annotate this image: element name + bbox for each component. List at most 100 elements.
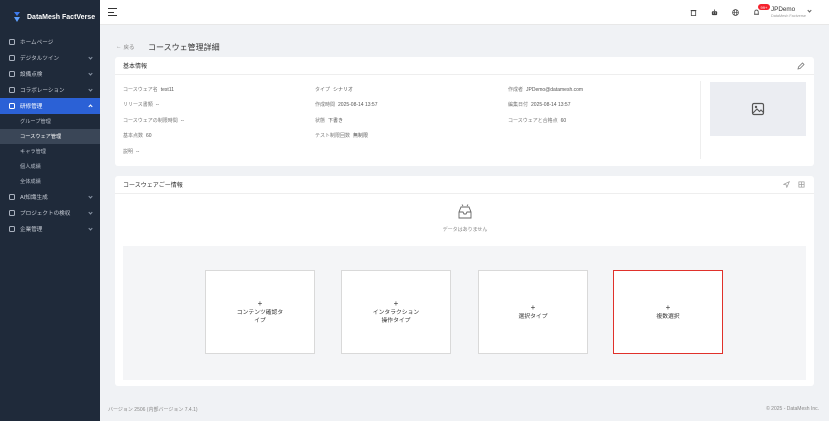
sidebar-subitem-character[interactable]: キャラ管理 <box>0 144 100 159</box>
empty-box-icon <box>458 204 472 219</box>
grid-icon[interactable] <box>798 181 805 188</box>
sidebar-subitem-personal-score[interactable]: 個人成績 <box>0 159 100 174</box>
empty-text: データはありません <box>442 227 488 233</box>
sidebar-item-label: コラボレーション <box>20 88 65 94</box>
sidebar-item-label: 設備点検 <box>20 72 43 78</box>
edit-icon[interactable] <box>797 62 805 70</box>
field-label: テスト制限回数 <box>315 133 351 139</box>
top-header: 99+ JPDemo DataMesh Factverse <box>100 0 829 25</box>
field-value: JPDemo@datamesh.com <box>526 87 584 93</box>
sidebar-item-label: プロジェクトの検収 <box>20 211 71 217</box>
sidebar: DataMesh FactVerse ホームページ デジタルツイン 設備点検 コ… <box>0 0 100 421</box>
basic-info-card: 基本情報 コースウェア名 test11 タイプ シナリオ 作成者 JPDemo@dat… <box>115 57 814 166</box>
chevron-down-icon <box>88 87 93 92</box>
field-label: コースウェア名 <box>123 87 158 93</box>
sidebar-subitem-overall-score[interactable]: 全体成績 <box>0 174 100 189</box>
field-time-limit: コースウェアの制限時間 -- <box>123 117 184 124</box>
sidebar-subitem-label: グループ管理 <box>20 119 51 125</box>
chevron-down-icon <box>88 226 93 231</box>
field-label: 基本点数 <box>123 133 144 139</box>
chevron-down-icon <box>88 210 93 215</box>
sidebar-item-label: 研修管理 <box>20 104 43 110</box>
field-value: 下書き <box>328 118 344 124</box>
field-base-score: 基本点数 60 <box>123 132 152 139</box>
user-name[interactable]: JPDemo <box>771 6 795 13</box>
field-value: -- <box>136 149 140 155</box>
field-courseware-name: コースウェア名 test11 <box>123 86 174 93</box>
chevron-down-icon <box>88 71 93 76</box>
field-type: タイプ シナリオ <box>315 86 353 93</box>
field-label: 編集日付 <box>508 102 529 108</box>
field-created: 作成時間 2025-08-14 13:57 <box>315 101 378 108</box>
plus-icon: + <box>393 299 399 308</box>
collab-icon <box>9 87 15 93</box>
plus-icon: + <box>665 303 671 312</box>
bell-icon[interactable] <box>753 9 760 16</box>
field-pass-score: コースウェアと合格点 60 <box>508 117 566 124</box>
sidebar-item-label: AI知識生成 <box>20 195 48 201</box>
field-value: test11 <box>160 87 175 93</box>
field-label: タイプ <box>315 87 331 93</box>
field-label: 状態 <box>315 118 326 124</box>
type-card-multiple-choice[interactable]: + 複数選択 <box>613 270 723 354</box>
type-label: インタラクション 操作タイプ <box>372 310 420 324</box>
field-description: 説明 -- <box>123 148 139 155</box>
field-edited: 編集日付 2025-08-14 13:57 <box>508 101 571 108</box>
field-value: シナリオ <box>333 87 354 93</box>
field-value: 60 <box>146 133 152 139</box>
sidebar-item-label: ホームページ <box>20 40 54 46</box>
cube-icon <box>9 55 15 61</box>
sidebar-item-inspection[interactable]: 設備点検 <box>0 66 100 82</box>
send-icon[interactable] <box>783 181 790 188</box>
field-value: -- <box>155 102 160 108</box>
footer-version: バージョン 2506 (内部バージョン 7.4.1) <box>108 407 198 413</box>
globe-icon[interactable] <box>732 9 739 16</box>
back-link[interactable]: ← 戻る <box>116 43 135 51</box>
type-card-interaction[interactable]: + インタラクション 操作タイプ <box>341 270 451 354</box>
menu-toggle-icon[interactable] <box>108 8 117 19</box>
sidebar-item-ai[interactable]: AI知識生成 <box>0 189 100 205</box>
sidebar-item-collaboration[interactable]: コラボレーション <box>0 82 100 98</box>
footer-copyright: © 2025 - DataMesh Inc. <box>766 406 819 412</box>
brand-name: DataMesh FactVerse <box>27 13 96 21</box>
courseware-info-card: コースウェアごー情報 データはありません + コンテンツ確認タ イプ + インタ… <box>115 176 814 386</box>
field-value: 2025-08-14 13:57 <box>531 102 571 108</box>
type-card-single-choice[interactable]: + 選択タイプ <box>478 270 588 354</box>
cover-image-placeholder[interactable] <box>710 82 806 136</box>
brand[interactable]: DataMesh FactVerse <box>0 0 100 34</box>
type-label: コンテンツ確認タ イプ <box>236 310 284 324</box>
plus-icon: + <box>530 303 536 312</box>
trash-icon[interactable] <box>690 9 697 16</box>
type-label: 選択タイプ <box>518 314 548 320</box>
sidebar-item-label: 企業管理 <box>20 227 43 233</box>
chevron-up-icon <box>88 104 93 109</box>
home-icon <box>9 39 15 45</box>
sidebar-item-project[interactable]: プロジェクトの検収 <box>0 205 100 221</box>
field-label: コースウェアの制限時間 <box>123 118 178 124</box>
sidebar-subitem-label: 個人成績 <box>20 164 41 170</box>
sidebar-item-home[interactable]: ホームページ <box>0 34 100 50</box>
field-label: 作成時間 <box>315 102 336 108</box>
courseware-info-title: コースウェアごー情報 <box>123 183 183 189</box>
sidebar-item-training[interactable]: 研修管理 <box>0 98 100 114</box>
question-type-area: + コンテンツ確認タ イプ + インタラクション 操作タイプ + 選択タイプ +… <box>123 246 806 380</box>
chevron-down-icon[interactable] <box>807 8 812 13</box>
sidebar-item-digital-twin[interactable]: デジタルツイン <box>0 50 100 66</box>
back-label: 戻る <box>123 45 135 51</box>
type-card-content-check[interactable]: + コンテンツ確認タ イプ <box>205 270 315 354</box>
chevron-down-icon <box>88 55 93 60</box>
sidebar-item-enterprise[interactable]: 企業管理 <box>0 221 100 237</box>
brand-logo-icon <box>14 12 20 22</box>
field-value: 60 <box>560 118 567 124</box>
chevron-down-icon <box>88 194 93 199</box>
sidebar-subitem-group[interactable]: グループ管理 <box>0 114 100 129</box>
divider <box>700 81 701 159</box>
sidebar-subitem-label: コースウェア管理 <box>20 134 62 140</box>
robot-icon[interactable] <box>711 9 718 16</box>
user-org: DataMesh Factverse <box>771 14 807 18</box>
field-test-limit: テスト制限回数 無制限 <box>315 132 368 139</box>
arrow-left-icon: ← <box>116 44 122 50</box>
sidebar-subitem-courseware[interactable]: コースウェア管理 <box>0 129 100 144</box>
field-label: 作成者 <box>508 87 524 93</box>
field-label: 説明 <box>123 149 134 155</box>
